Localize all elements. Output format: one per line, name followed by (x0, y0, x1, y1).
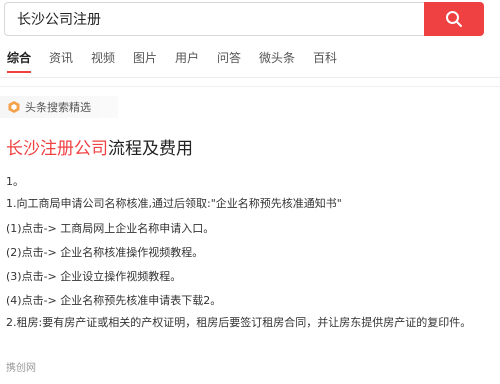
search-input[interactable] (4, 2, 424, 36)
tab-micro-headlines[interactable]: 微头条 (259, 49, 295, 77)
article-line: (4)点击-> 企业名称预先核准申请表下载2。 (6, 294, 222, 307)
article-line: (3)点击-> 企业设立操作视频教程。 (6, 270, 182, 283)
search-tabs: 综合 资讯 视频 图片 用户 问答 微头条 百科 (0, 40, 500, 78)
tab-images[interactable]: 图片 (133, 49, 157, 77)
source-badge-icon (8, 101, 20, 113)
tab-comprehensive[interactable]: 综合 (7, 49, 32, 77)
search-button[interactable] (424, 2, 484, 36)
tab-encyclopedia[interactable]: 百科 (313, 49, 337, 77)
search-icon (446, 11, 462, 27)
tab-qa[interactable]: 问答 (217, 49, 241, 77)
article-line: (1)点击-> 工商局网上企业名称申请入口。 (6, 222, 215, 235)
tab-news[interactable]: 资讯 (49, 49, 73, 77)
source-site[interactable]: 携创网 (6, 359, 36, 374)
title-rest: 流程及费用 (108, 139, 193, 159)
tab-users[interactable]: 用户 (175, 49, 199, 77)
tab-video[interactable]: 视频 (91, 49, 115, 77)
article-line: 1.向工商局申请公司名称核准,通过后领取:"企业名称预先核准通知书" (6, 197, 342, 210)
article-paragraph: 2.租房:要有房产证或相关的产权证明，租房后要签订租房合同，并让房东提供房产证的… (6, 316, 472, 329)
divider (0, 86, 500, 87)
article-line: 1。 (6, 175, 24, 188)
source-label: 头条搜索精选 (25, 101, 91, 114)
result-title[interactable]: 长沙注册公司流程及费用 (6, 134, 193, 159)
title-highlight: 长沙注册公司 (6, 139, 108, 159)
search-bar (0, 0, 500, 38)
source-tag: 头条搜索精选 (0, 96, 118, 118)
article-line: (2)点击-> 企业名称核准操作视频教程。 (6, 246, 204, 259)
